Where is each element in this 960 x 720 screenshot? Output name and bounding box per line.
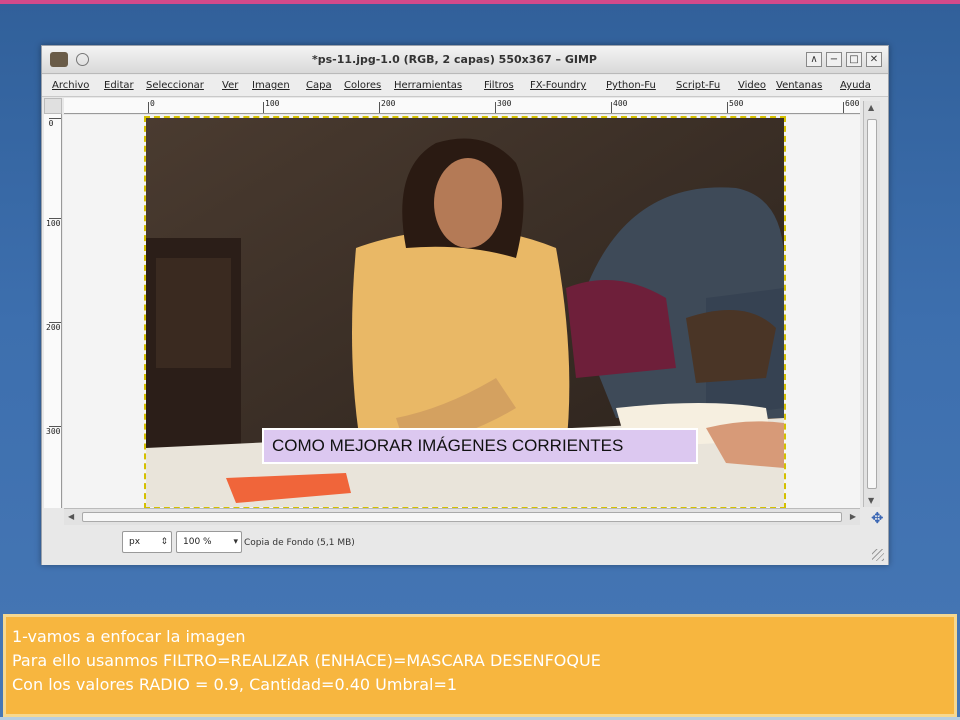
maximize-button[interactable]: □	[846, 52, 862, 67]
chevron-down-icon: ▾	[233, 537, 238, 547]
scroll-right-icon[interactable]: ▶	[850, 512, 856, 521]
ruler-label: 0	[150, 99, 155, 108]
ruler-label: 300	[497, 99, 512, 108]
ruler-tick	[263, 102, 264, 113]
menubar: Archivo Editar Seleccionar Ver Imagen Ca…	[42, 75, 888, 97]
statusbar: px ⇕ 100 % ▾ Copia de Fondo (5,1 MB)	[42, 527, 888, 565]
ruler-label: 300	[46, 427, 61, 436]
menu-colores[interactable]: Colores	[344, 80, 381, 91]
ruler-label: 400	[613, 99, 628, 108]
ruler-label: 500	[729, 99, 744, 108]
menu-imagen[interactable]: Imagen	[252, 80, 290, 91]
menu-seleccionar[interactable]: Seleccionar	[146, 80, 204, 91]
menu-capa[interactable]: Capa	[306, 80, 332, 91]
menu-ver[interactable]: Ver	[222, 80, 238, 91]
ruler-label: 200	[381, 99, 396, 108]
caption-line-1: 1-vamos a enfocar la imagen	[12, 627, 246, 646]
ruler-tick	[495, 102, 496, 113]
ruler-tick	[843, 102, 844, 113]
ruler-tick	[148, 102, 149, 113]
scroll-up-icon[interactable]: ▲	[868, 103, 874, 112]
menu-filtros[interactable]: Filtros	[484, 80, 514, 91]
ruler-label: 100	[265, 99, 280, 108]
ruler-tick	[379, 102, 380, 113]
pin-icon[interactable]	[76, 53, 89, 66]
scroll-left-icon[interactable]: ◀	[68, 512, 74, 521]
menu-editar[interactable]: Editar	[104, 80, 134, 91]
slide-background: *ps-11.jpg-1.0 (RGB, 2 capas) 550x367 – …	[0, 0, 960, 720]
menu-ayuda[interactable]: Ayuda	[840, 80, 871, 91]
navigate-icon[interactable]: ✥	[871, 509, 884, 527]
layer-info: Copia de Fondo (5,1 MB)	[244, 538, 355, 548]
spin-icon: ⇕	[160, 537, 168, 547]
scroll-down-icon[interactable]: ▼	[868, 496, 874, 505]
menu-video[interactable]: Video	[738, 80, 766, 91]
menu-fx-foundry[interactable]: FX-Foundry	[530, 80, 586, 91]
vertical-ruler[interactable]: 0 100 200 300	[44, 114, 62, 508]
close-button[interactable]: ✕	[866, 52, 882, 67]
menu-archivo[interactable]: Archivo	[52, 80, 89, 91]
vertical-scroll-thumb[interactable]	[867, 119, 877, 489]
horizontal-scroll-thumb[interactable]	[82, 512, 842, 522]
menu-herramientas[interactable]: Herramientas	[394, 80, 462, 91]
resize-grip[interactable]	[872, 549, 884, 561]
minimize-button[interactable]: −	[826, 52, 842, 67]
instruction-caption: 1-vamos a enfocar la imagen Para ello us…	[3, 614, 957, 717]
caption-line-3: Con los valores RADIO = 0.9, Cantidad=0.…	[12, 675, 458, 694]
horizontal-scrollbar[interactable]: ◀ ▶	[64, 508, 860, 525]
ruler-label: 100	[46, 219, 61, 228]
unit-selector[interactable]: px ⇕	[122, 531, 172, 553]
zoom-value: 100 %	[183, 537, 212, 547]
ruler-label: 600	[845, 99, 860, 108]
caption-line-2: Para ello usanmos FILTRO=REALIZAR (ENHAC…	[12, 651, 601, 670]
ruler-label: 0	[48, 119, 54, 128]
menu-ventanas[interactable]: Ventanas	[776, 80, 822, 91]
vertical-scrollbar[interactable]: ▲ ▼	[863, 101, 880, 507]
window-titlebar[interactable]: *ps-11.jpg-1.0 (RGB, 2 capas) 550x367 – …	[42, 46, 888, 74]
gimp-window: *ps-11.jpg-1.0 (RGB, 2 capas) 550x367 – …	[41, 45, 889, 565]
ruler-tick	[727, 102, 728, 113]
shade-button[interactable]: ∧	[806, 52, 822, 67]
slide-subtitle: COMO MEJORAR IMÁGENES CORRIENTES	[262, 428, 698, 464]
menu-python-fu[interactable]: Python-Fu	[606, 80, 656, 91]
ruler-corner-button[interactable]	[44, 98, 62, 114]
ruler-label: 200	[46, 323, 61, 332]
unit-value: px	[129, 537, 141, 547]
menu-script-fu[interactable]: Script-Fu	[676, 80, 720, 91]
horizontal-ruler[interactable]: 0 100 200 300 400 500 600	[64, 98, 860, 114]
gimp-app-icon[interactable]	[50, 52, 68, 67]
window-title: *ps-11.jpg-1.0 (RGB, 2 capas) 550x367 – …	[312, 53, 597, 66]
zoom-selector[interactable]: 100 % ▾	[176, 531, 242, 553]
ruler-tick	[611, 102, 612, 113]
slide-accent-bar	[0, 0, 960, 4]
